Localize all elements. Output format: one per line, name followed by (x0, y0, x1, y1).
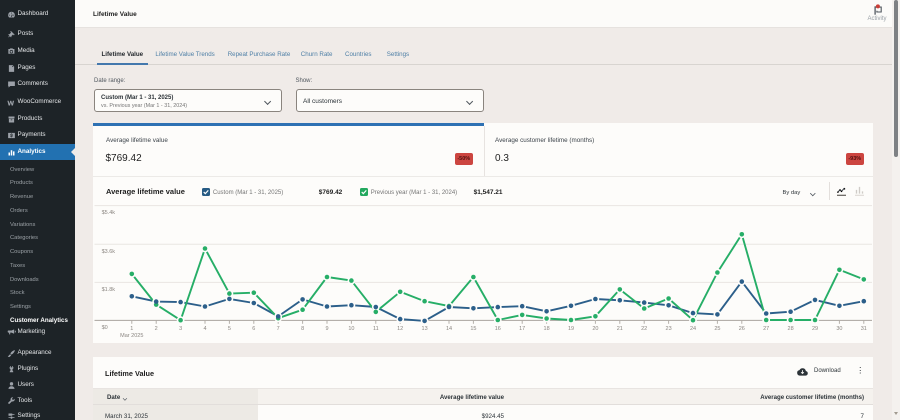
svg-text:3: 3 (179, 326, 182, 332)
svg-text:15: 15 (470, 326, 476, 332)
svg-text:19: 19 (568, 326, 574, 332)
svg-text:16: 16 (495, 326, 501, 332)
svg-text:21: 21 (617, 326, 623, 332)
svg-text:9: 9 (325, 326, 328, 332)
svg-text:$5.4k: $5.4k (102, 210, 116, 216)
svg-text:25: 25 (714, 326, 720, 332)
svg-text:24: 24 (690, 326, 696, 332)
svg-text:14: 14 (446, 326, 452, 332)
svg-text:5: 5 (228, 326, 231, 332)
svg-text:20: 20 (592, 326, 598, 332)
svg-text:18: 18 (544, 326, 550, 332)
svg-text:28: 28 (788, 326, 794, 332)
svg-text:26: 26 (739, 326, 745, 332)
svg-text:$3.6k: $3.6k (102, 249, 116, 255)
svg-text:12: 12 (397, 326, 403, 332)
svg-text:29: 29 (812, 326, 818, 332)
svg-text:7: 7 (277, 326, 280, 332)
svg-text:2: 2 (155, 326, 158, 332)
svg-text:27: 27 (763, 326, 769, 332)
svg-text:17: 17 (519, 326, 525, 332)
svg-text:13: 13 (422, 326, 428, 332)
svg-text:31: 31 (861, 326, 867, 332)
svg-text:Mar 2025: Mar 2025 (120, 333, 143, 339)
svg-text:$1.8k: $1.8k (102, 287, 116, 293)
svg-text:4: 4 (203, 326, 206, 332)
svg-text:8: 8 (301, 326, 304, 332)
svg-text:22: 22 (641, 326, 647, 332)
svg-text:1: 1 (130, 326, 133, 332)
svg-text:10: 10 (348, 326, 354, 332)
svg-text:6: 6 (252, 326, 255, 332)
svg-text:11: 11 (373, 326, 379, 332)
svg-text:$0: $0 (102, 325, 108, 331)
svg-text:23: 23 (666, 326, 672, 332)
svg-text:30: 30 (836, 326, 842, 332)
